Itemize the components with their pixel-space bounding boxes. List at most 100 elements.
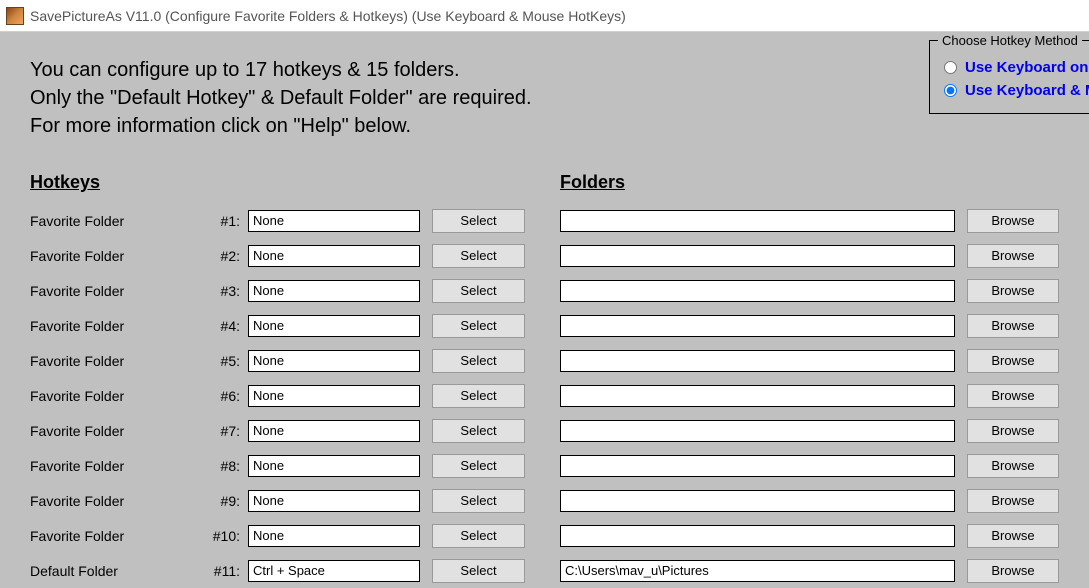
folder-input[interactable]	[560, 385, 955, 407]
hotkey-input[interactable]	[248, 455, 420, 477]
hotkey-row: Favorite Folder #7: Select	[30, 413, 560, 448]
hotkey-input[interactable]	[248, 490, 420, 512]
hotkey-input[interactable]	[248, 280, 420, 302]
radio-row-2[interactable]: Use Keyboard & Mouse hotkeys	[944, 82, 1089, 99]
browse-button[interactable]: Browse	[967, 244, 1059, 268]
row-label: Favorite Folder	[30, 353, 210, 369]
row-label: Favorite Folder	[30, 283, 210, 299]
radio-label-2: Use Keyboard & Mouse hotkeys	[965, 82, 1089, 99]
row-number: #7:	[210, 423, 240, 439]
hotkey-input[interactable]	[248, 420, 420, 442]
row-number: #1:	[210, 213, 240, 229]
hotkey-row: Favorite Folder #4: Select	[30, 308, 560, 343]
folder-row: Browse	[560, 518, 1089, 553]
folder-row: Browse	[560, 238, 1089, 273]
hotkey-row: Favorite Folder #3: Select	[30, 273, 560, 308]
folder-row: Browse	[560, 378, 1089, 413]
row-label: Favorite Folder	[30, 388, 210, 404]
select-button[interactable]: Select	[432, 349, 525, 373]
hotkey-row: Favorite Folder #8: Select	[30, 448, 560, 483]
select-button[interactable]: Select	[432, 384, 525, 408]
row-number: #8:	[210, 458, 240, 474]
select-button[interactable]: Select	[432, 209, 525, 233]
folder-row: Browse	[560, 483, 1089, 518]
folder-input[interactable]	[560, 280, 955, 302]
select-button[interactable]: Select	[432, 524, 525, 548]
browse-button[interactable]: Browse	[967, 209, 1059, 233]
row-label: Favorite Folder	[30, 213, 210, 229]
row-label: Default Folder	[30, 563, 210, 579]
hotkeys-column: Hotkeys Favorite Folder #1: Select Favor…	[30, 172, 560, 588]
row-number: #2:	[210, 248, 240, 264]
row-label: Favorite Folder	[30, 248, 210, 264]
hotkey-input[interactable]	[248, 210, 420, 232]
row-number: #3:	[210, 283, 240, 299]
browse-button[interactable]: Browse	[967, 454, 1059, 478]
folder-input[interactable]	[560, 455, 955, 477]
hotkey-row: Favorite Folder #6: Select	[30, 378, 560, 413]
browse-button[interactable]: Browse	[967, 559, 1059, 583]
folders-header: Folders	[560, 172, 1089, 193]
app-icon	[6, 7, 24, 25]
hotkey-row: Favorite Folder #1: Select	[30, 203, 560, 238]
browse-button[interactable]: Browse	[967, 524, 1059, 548]
folder-row: Browse	[560, 413, 1089, 448]
select-button[interactable]: Select	[432, 559, 525, 583]
row-number: #11:	[210, 563, 240, 579]
browse-button[interactable]: Browse	[967, 279, 1059, 303]
hotkey-input[interactable]	[248, 315, 420, 337]
browse-button[interactable]: Browse	[967, 489, 1059, 513]
hotkey-input[interactable]	[248, 560, 420, 582]
row-number: #6:	[210, 388, 240, 404]
select-button[interactable]: Select	[432, 244, 525, 268]
titlebar-text: SavePictureAs V11.0 (Configure Favorite …	[30, 8, 626, 24]
folder-row: Browse	[560, 343, 1089, 378]
hotkey-input[interactable]	[248, 245, 420, 267]
folder-row: Browse	[560, 203, 1089, 238]
hotkey-input[interactable]	[248, 350, 420, 372]
folder-row: Browse	[560, 553, 1089, 588]
row-number: #5:	[210, 353, 240, 369]
folder-input[interactable]	[560, 560, 955, 582]
folder-input[interactable]	[560, 245, 955, 267]
browse-button[interactable]: Browse	[967, 349, 1059, 373]
row-label: Favorite Folder	[30, 318, 210, 334]
select-button[interactable]: Select	[432, 454, 525, 478]
columns: Hotkeys Favorite Folder #1: Select Favor…	[30, 172, 1089, 588]
folder-row: Browse	[560, 308, 1089, 343]
folder-input[interactable]	[560, 525, 955, 547]
hotkey-method-title: Choose Hotkey Method	[938, 33, 1082, 48]
hotkey-row: Favorite Folder #2: Select	[30, 238, 560, 273]
folder-input[interactable]	[560, 315, 955, 337]
folder-input[interactable]	[560, 350, 955, 372]
row-label: Favorite Folder	[30, 423, 210, 439]
row-number: #9:	[210, 493, 240, 509]
select-button[interactable]: Select	[432, 489, 525, 513]
row-number: #4:	[210, 318, 240, 334]
radio-row-1[interactable]: Use Keyboard only hotkeys	[944, 59, 1089, 76]
browse-button[interactable]: Browse	[967, 419, 1059, 443]
row-number: #10:	[210, 528, 240, 544]
hotkey-input[interactable]	[248, 385, 420, 407]
folder-row: Browse	[560, 448, 1089, 483]
hotkey-row: Favorite Folder #10: Select	[30, 518, 560, 553]
content-area: You can configure up to 17 hotkeys & 15 …	[0, 32, 1089, 588]
hotkey-input[interactable]	[248, 525, 420, 547]
radio-keyboard-mouse[interactable]	[944, 84, 957, 97]
hotkey-row: Default Folder #11: Select	[30, 553, 560, 588]
browse-button[interactable]: Browse	[967, 314, 1059, 338]
folder-input[interactable]	[560, 420, 955, 442]
folder-input[interactable]	[560, 490, 955, 512]
radio-label-1: Use Keyboard only hotkeys	[965, 59, 1089, 76]
folder-row: Browse	[560, 273, 1089, 308]
select-button[interactable]: Select	[432, 314, 525, 338]
hotkey-row: Favorite Folder #5: Select	[30, 343, 560, 378]
radio-keyboard-only[interactable]	[944, 61, 957, 74]
hotkey-row: Favorite Folder #9: Select	[30, 483, 560, 518]
folder-input[interactable]	[560, 210, 955, 232]
folders-column: Folders Browse Browse Browse Browse Brow…	[560, 172, 1089, 588]
browse-button[interactable]: Browse	[967, 384, 1059, 408]
select-button[interactable]: Select	[432, 279, 525, 303]
intro-line-3: For more information click on "Help" bel…	[30, 112, 1089, 140]
select-button[interactable]: Select	[432, 419, 525, 443]
